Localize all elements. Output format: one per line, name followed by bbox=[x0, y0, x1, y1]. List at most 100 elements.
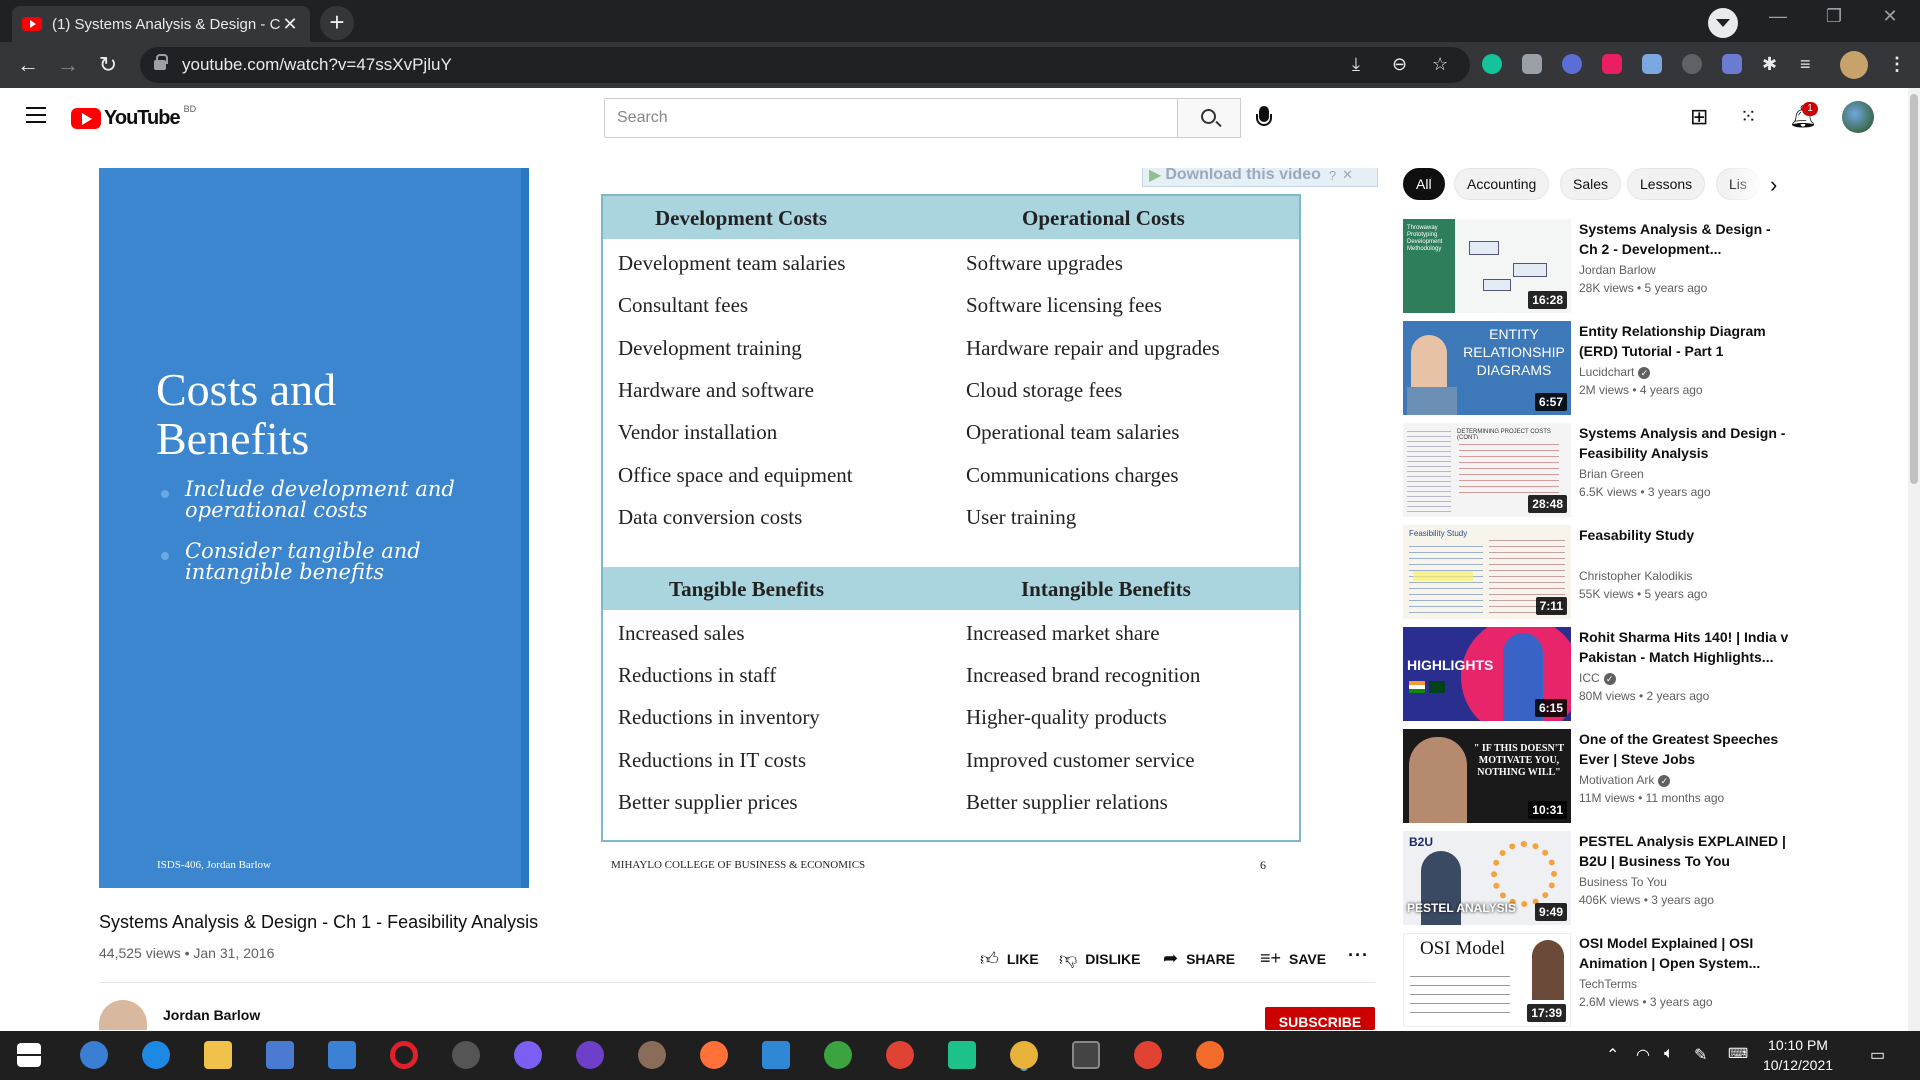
voice-search-icon[interactable] bbox=[1256, 106, 1272, 126]
video-thumbnail[interactable]: Feasibility Study 7:11 bbox=[1403, 525, 1571, 619]
video-thumbnail[interactable]: OSI Model 17:39 bbox=[1403, 933, 1571, 1027]
share-button[interactable]: ➦ SHARE bbox=[1163, 948, 1235, 969]
messenger-icon[interactable] bbox=[514, 1041, 542, 1069]
address-bar[interactable]: youtube.com/watch?v=47ssXvPjluY bbox=[140, 47, 1470, 83]
volume-icon[interactable]: 🔈︎ bbox=[1664, 1045, 1674, 1063]
app-icon[interactable] bbox=[638, 1041, 666, 1069]
recommended-video[interactable]: OSI Model 17:39 OSI Model Explained | OS… bbox=[1403, 933, 1873, 1027]
grammarly-extension-icon[interactable] bbox=[1482, 54, 1502, 74]
scrollbar-thumb[interactable] bbox=[1910, 94, 1918, 484]
subscribe-button[interactable]: SUBSCRIBE bbox=[1265, 1007, 1375, 1030]
install-icon[interactable]: ⤓ bbox=[1352, 54, 1360, 75]
chrome-profile-icon[interactable] bbox=[1134, 1041, 1162, 1069]
maximize-icon[interactable]: ❐ bbox=[1814, 6, 1854, 27]
tray-chevron-up-icon[interactable]: ⌃ bbox=[1606, 1045, 1619, 1065]
pen-icon[interactable]: ✎ bbox=[1694, 1045, 1707, 1065]
new-tab-button[interactable]: + bbox=[320, 6, 354, 40]
channel-name[interactable]: Jordan Barlow bbox=[163, 1007, 260, 1023]
windows-start-icon[interactable] bbox=[17, 1043, 41, 1067]
recommended-channel[interactable]: Motivation Ark ✓ bbox=[1579, 773, 1671, 787]
recommended-channel[interactable]: Jordan Barlow bbox=[1579, 263, 1656, 277]
chip-lessons[interactable]: Lessons bbox=[1627, 168, 1706, 200]
browser-tab[interactable]: (1) Systems Analysis & Design - C ✕ bbox=[12, 6, 310, 42]
video-thumbnail[interactable]: B2U PESTEL ANALYSIS 9:49 bbox=[1403, 831, 1571, 925]
download-video-bar[interactable]: ▶ Download this video ? ✕ bbox=[1142, 168, 1378, 187]
recommended-channel[interactable]: ICC ✓ bbox=[1579, 671, 1616, 685]
video-thumbnail[interactable]: DETERMINING PROJECT COSTS (CONT) 28:48 bbox=[1403, 423, 1571, 517]
recommended-video[interactable]: ENTITY RELATIONSHIP DIAGRAMS 6:57 Entity… bbox=[1403, 321, 1873, 415]
profile-avatar[interactable] bbox=[1840, 51, 1868, 79]
recommended-title[interactable]: Feasability Study bbox=[1579, 525, 1789, 545]
reading-list-icon[interactable]: ≡ bbox=[1800, 54, 1811, 75]
create-video-icon[interactable]: ⊞ bbox=[1690, 104, 1708, 130]
recommended-title[interactable]: Rohit Sharma Hits 140! | India v Pakista… bbox=[1579, 627, 1789, 667]
page-scrollbar[interactable] bbox=[1908, 88, 1920, 1031]
file-explorer-icon[interactable] bbox=[204, 1041, 232, 1069]
recommended-title[interactable]: One of the Greatest Speeches Ever | Stev… bbox=[1579, 729, 1789, 769]
save-button[interactable]: ≡+ SAVE bbox=[1260, 948, 1326, 969]
chip-accounting[interactable]: Accounting bbox=[1454, 168, 1550, 200]
tab-search-icon[interactable] bbox=[1708, 8, 1738, 38]
recommended-channel[interactable]: Lucidchart ✓ bbox=[1579, 365, 1651, 379]
screenshot-extension-icon[interactable] bbox=[1522, 54, 1542, 74]
recommended-video[interactable]: Feasibility Study 7:11 Feasability Study… bbox=[1403, 525, 1873, 619]
like-button[interactable]: 👍︎ LIKE bbox=[980, 948, 1039, 970]
extension-icon[interactable] bbox=[1562, 54, 1582, 74]
video-thumbnail[interactable]: ENTITY RELATIONSHIP DIAGRAMS 6:57 bbox=[1403, 321, 1571, 415]
wifi-icon[interactable]: ◠ bbox=[1636, 1045, 1650, 1065]
opera-icon[interactable] bbox=[390, 1041, 418, 1069]
keyboard-icon[interactable]: ⌨ bbox=[1728, 1045, 1748, 1062]
close-window-icon[interactable]: ✕ bbox=[1870, 6, 1910, 27]
bookmark-star-icon[interactable]: ☆ bbox=[1432, 54, 1448, 75]
search-input[interactable] bbox=[605, 99, 1177, 137]
extensions-puzzle-icon[interactable]: ✱ bbox=[1762, 54, 1777, 75]
close-icon[interactable]: ✕ bbox=[1342, 168, 1353, 183]
mail-icon[interactable] bbox=[328, 1041, 356, 1069]
recommended-channel[interactable]: Brian Green bbox=[1579, 467, 1644, 481]
back-icon[interactable]: ← bbox=[14, 52, 42, 78]
more-actions-icon[interactable]: ··· bbox=[1348, 945, 1369, 966]
recommended-title[interactable]: OSI Model Explained | OSI Animation | Op… bbox=[1579, 933, 1789, 973]
recommended-title[interactable]: Systems Analysis & Design - Ch 2 - Devel… bbox=[1579, 219, 1789, 259]
recommended-channel[interactable]: Christopher Kalodikis bbox=[1579, 569, 1692, 583]
store-icon[interactable] bbox=[266, 1041, 294, 1069]
video-thumbnail[interactable]: Throwaway Prototyping Development Method… bbox=[1403, 219, 1571, 313]
chip-sales[interactable]: Sales bbox=[1560, 168, 1622, 200]
video-thumbnail[interactable]: HIGHLIGHTS 6:15 bbox=[1403, 627, 1571, 721]
recommended-channel[interactable]: Business To You bbox=[1579, 875, 1667, 889]
account-avatar[interactable] bbox=[1842, 101, 1874, 133]
recommended-video[interactable]: " IF THIS DOESN'T MOTIVATE YOU, NOTHING … bbox=[1403, 729, 1873, 823]
recommended-title[interactable]: PESTEL Analysis EXPLAINED | B2U | Busine… bbox=[1579, 831, 1789, 871]
vscode-icon[interactable] bbox=[762, 1041, 790, 1069]
menu-icon[interactable] bbox=[26, 107, 46, 128]
pycharm-icon[interactable] bbox=[948, 1041, 976, 1069]
pen-extension-icon[interactable] bbox=[1722, 54, 1742, 74]
app-icon[interactable] bbox=[824, 1041, 852, 1069]
youtube-logo[interactable]: YouTube BD bbox=[71, 104, 196, 130]
app-icon[interactable] bbox=[452, 1041, 480, 1069]
downloader-extension-icon[interactable] bbox=[1642, 54, 1662, 74]
app-icon[interactable] bbox=[1196, 1041, 1224, 1069]
notification-center-icon[interactable]: ▭ bbox=[1870, 1045, 1885, 1065]
video-thumbnail[interactable]: " IF THIS DOESN'T MOTIVATE YOU, NOTHING … bbox=[1403, 729, 1571, 823]
minimize-icon[interactable]: — bbox=[1758, 6, 1798, 27]
dislike-button[interactable]: 👎︎ DISLIKE bbox=[1059, 948, 1141, 970]
taskbar-clock[interactable]: 10:10 PM 10/12/2021 bbox=[1748, 1035, 1848, 1075]
recommended-channel[interactable]: TechTerms bbox=[1579, 977, 1637, 991]
github-icon[interactable] bbox=[576, 1041, 604, 1069]
firefox-icon[interactable] bbox=[700, 1041, 728, 1069]
recommended-title[interactable]: Entity Relationship Diagram (ERD) Tutori… bbox=[1579, 321, 1789, 361]
extension-icon[interactable] bbox=[1682, 54, 1702, 74]
search-button[interactable] bbox=[1177, 98, 1241, 138]
reload-icon[interactable]: ↻ bbox=[94, 52, 122, 78]
recommended-title[interactable]: Systems Analysis and Design - Feasibilit… bbox=[1579, 423, 1789, 463]
recommended-video[interactable]: B2U PESTEL ANALYSIS 9:49 PESTEL Analysis… bbox=[1403, 831, 1873, 925]
forward-icon[interactable]: → bbox=[54, 52, 82, 78]
terminal-icon[interactable] bbox=[1072, 1041, 1100, 1069]
play-extension-icon[interactable] bbox=[1602, 54, 1622, 74]
quickbooks-icon[interactable] bbox=[80, 1041, 108, 1069]
channel-avatar[interactable] bbox=[99, 1000, 147, 1030]
close-tab-icon[interactable]: ✕ bbox=[280, 14, 300, 35]
chevron-right-icon[interactable]: › bbox=[1770, 172, 1777, 198]
video-player[interactable]: Costs and Benefits Include development a… bbox=[99, 168, 1380, 888]
